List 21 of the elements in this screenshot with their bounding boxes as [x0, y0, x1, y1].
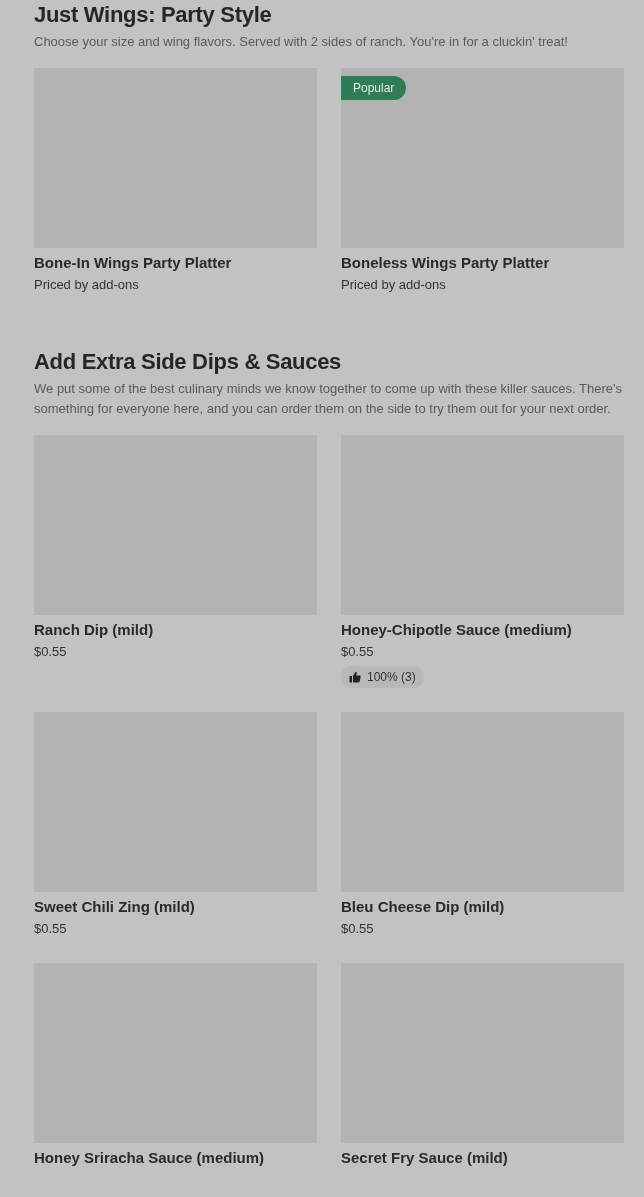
- item-price: $0.55: [341, 643, 375, 661]
- section-description: Choose your size and wing flavors. Served with 2 sides of ranch. You're in for a cluckin' treat!: [34, 33, 569, 51]
- section-title: Add Extra Side Dips & Sauces: [34, 348, 343, 376]
- popular-badge: Popular: [341, 76, 407, 100]
- item-name: Honey-Chipotle Sauce (medium): [341, 620, 573, 640]
- item-name: Secret Fry Sauce (mild): [341, 1148, 509, 1168]
- rating-pill: 100% (3): [341, 666, 424, 688]
- section-title: Just Wings: Party Style: [34, 1, 273, 29]
- item-name: Sweet Chili Zing (mild): [34, 897, 196, 917]
- item-name: Boneless Wings Party Platter: [341, 253, 551, 273]
- item-name: Ranch Dip (mild): [34, 620, 155, 640]
- item-price: Priced by add-ons: [341, 276, 447, 294]
- item-price: $0.55: [34, 920, 68, 938]
- thumbs-up-icon: [349, 671, 361, 683]
- item-name: Bleu Cheese Dip (mild): [341, 897, 506, 917]
- item-price: $0.55: [341, 920, 375, 938]
- item-price: Priced by add-ons: [34, 276, 140, 294]
- item-name: Honey Sriracha Sauce (medium): [34, 1148, 266, 1168]
- item-price: $0.55: [34, 643, 68, 661]
- item-name: Bone-In Wings Party Platter: [34, 253, 233, 273]
- section-description: We put some of the best culinary minds we know together to come up with these killer sauces. There's something for everyone here, and you can order them on the side to try them out for your next order.: [34, 380, 623, 418]
